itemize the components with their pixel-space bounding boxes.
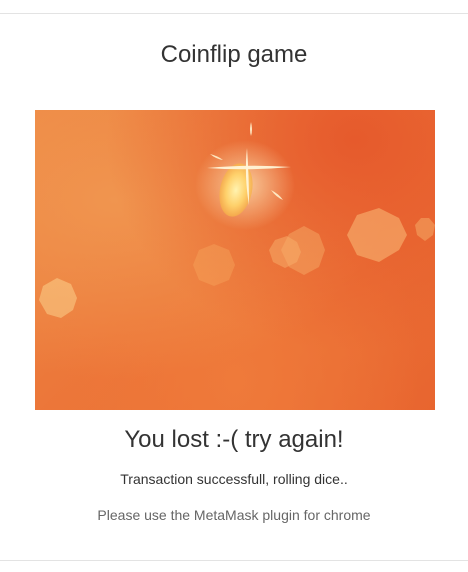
bokeh-hexagon [39, 278, 77, 318]
bokeh-flare-illustration [39, 122, 435, 318]
bokeh-hexagon [415, 218, 435, 241]
top-divider [0, 13, 468, 14]
coinflip-image [35, 110, 435, 410]
page-title: Coinflip game [160, 41, 308, 68]
bokeh-hexagon [347, 208, 407, 262]
metamask-note: Please use the MetaMask plugin for chrom… [97, 507, 371, 523]
transaction-status: Transaction successfull, rolling dice.. [120, 471, 348, 487]
bokeh-hexagon [193, 244, 235, 286]
flare-spark [250, 122, 252, 136]
bottom-divider [0, 560, 468, 561]
page: Coinflip game You lost:-(try again! Tr… [0, 0, 468, 572]
result-message: You lost :-( try again! [124, 426, 344, 453]
